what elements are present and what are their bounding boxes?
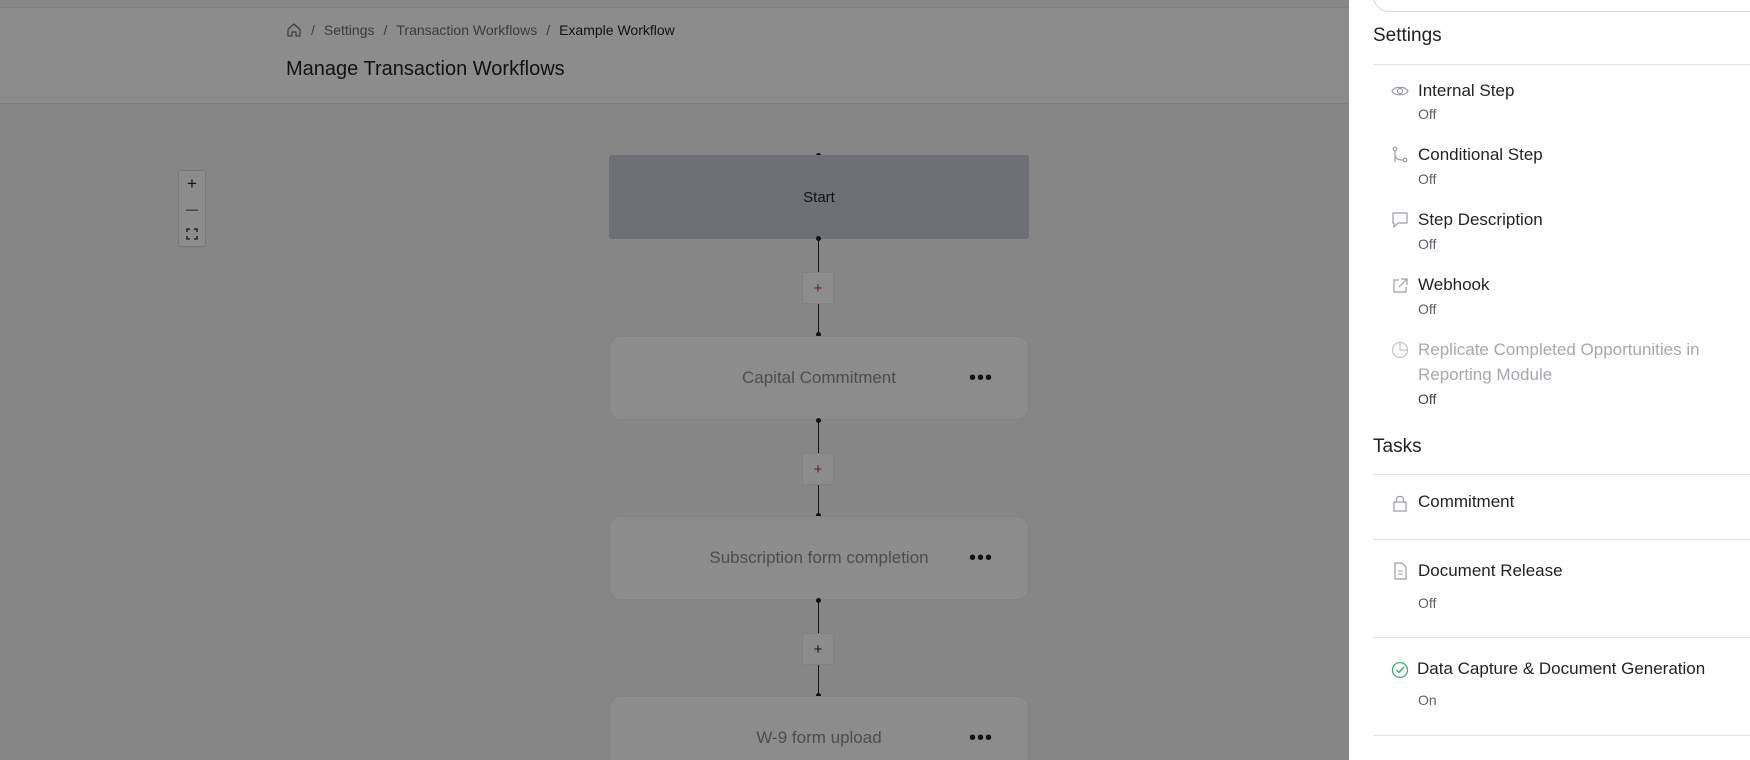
setting-status: Off: [1418, 391, 1437, 407]
divider: [1373, 735, 1750, 736]
eye-icon: [1390, 81, 1410, 101]
step-settings-drawer: Settings Internal Step Off Conditional S…: [1349, 0, 1750, 760]
task-status: On: [1418, 692, 1437, 708]
modal-overlay[interactable]: [0, 0, 1350, 760]
setting-replicate-opportunities: Replicate Completed Opportunities in Rep…: [1418, 337, 1700, 387]
divider: [1373, 539, 1750, 540]
setting-status: Off: [1418, 236, 1437, 252]
task-commitment[interactable]: Commitment: [1418, 489, 1514, 514]
setting-webhook[interactable]: Webhook: [1418, 272, 1490, 297]
branch-icon: [1390, 145, 1410, 165]
divider: [1373, 637, 1750, 638]
task-document-release[interactable]: Document Release: [1418, 558, 1563, 583]
setting-step-description[interactable]: Step Description: [1418, 207, 1543, 232]
setting-conditional-step[interactable]: Conditional Step: [1418, 142, 1543, 167]
pie-chart-icon: [1390, 340, 1410, 360]
check-circle-icon: [1390, 660, 1410, 680]
setting-internal-step[interactable]: Internal Step: [1418, 78, 1514, 103]
setting-status: Off: [1418, 171, 1437, 187]
divider: [1373, 64, 1750, 65]
settings-section-title: Settings: [1373, 25, 1442, 46]
setting-label-line: Replicate Completed Opportunities in: [1418, 340, 1700, 359]
comment-icon: [1390, 210, 1410, 230]
setting-label-line: Reporting Module: [1418, 365, 1553, 384]
lock-icon: [1390, 493, 1410, 513]
task-status: Off: [1418, 595, 1437, 611]
task-data-capture[interactable]: Data Capture & Document Generation: [1417, 656, 1705, 681]
external-link-icon: [1390, 276, 1410, 296]
search-input[interactable]: [1373, 0, 1750, 12]
setting-status: Off: [1418, 301, 1437, 317]
setting-status: Off: [1418, 106, 1437, 122]
document-icon: [1390, 561, 1410, 581]
tasks-section-title: Tasks: [1373, 436, 1422, 457]
divider: [1373, 474, 1750, 475]
